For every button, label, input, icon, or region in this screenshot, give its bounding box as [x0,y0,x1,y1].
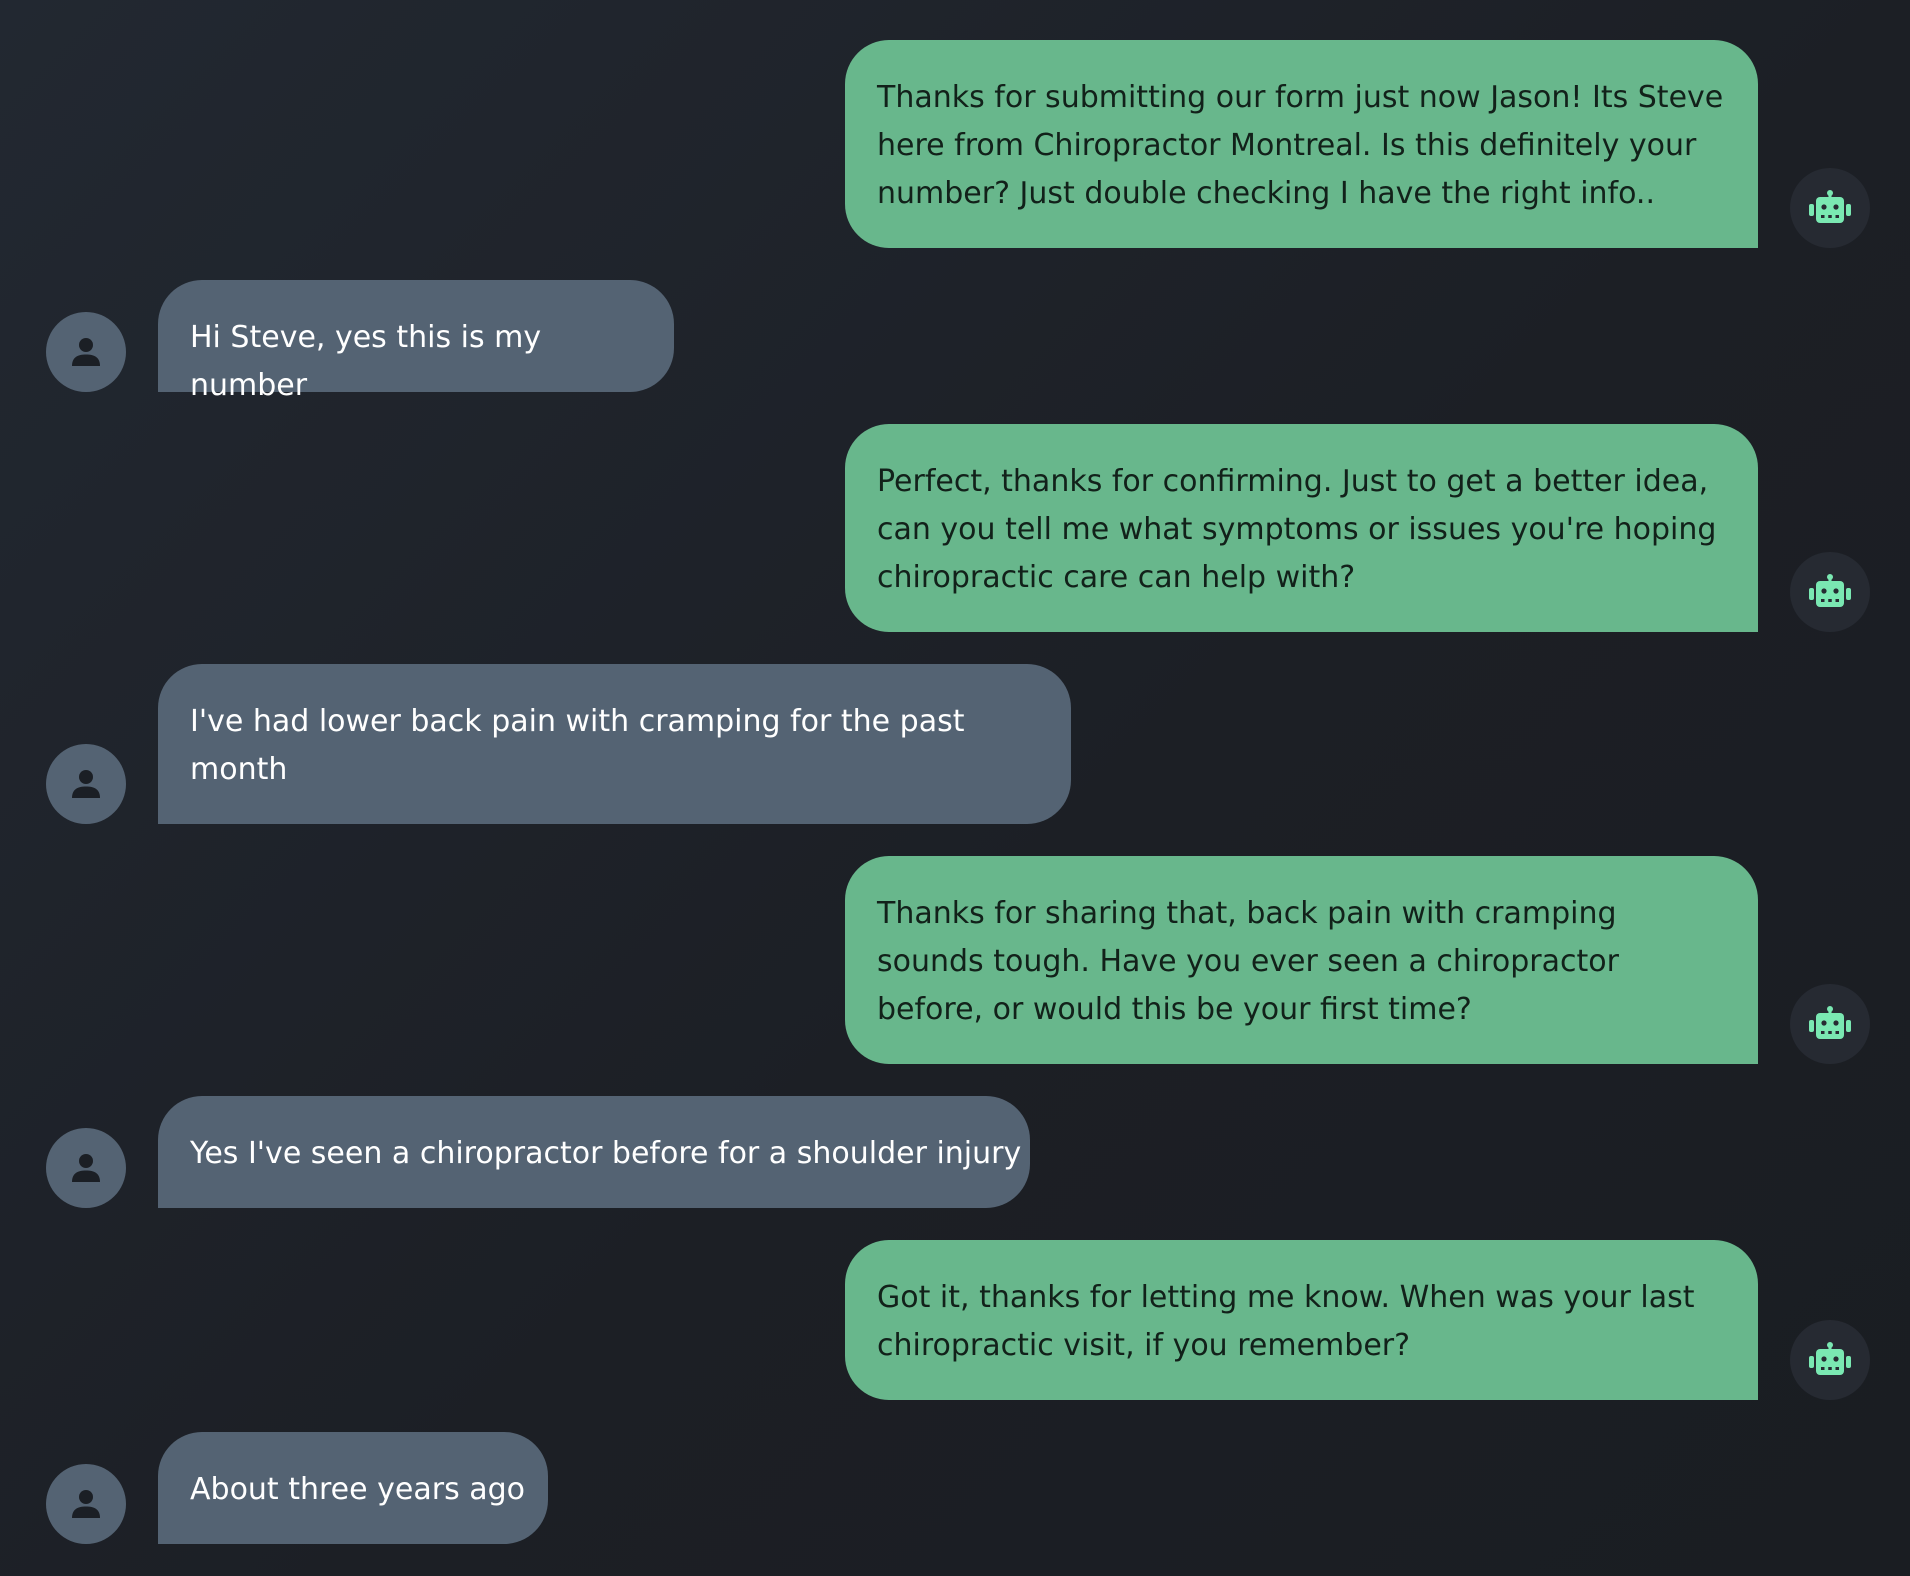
robot-icon [1809,1006,1851,1039]
robot-icon [1809,574,1851,607]
person-icon [72,1154,100,1182]
user-message-bubble: Yes I've seen a chiropractor before for … [158,1096,1030,1208]
user-message-bubble: I've had lower back pain with cramping f… [158,664,1071,824]
person-icon [72,338,100,366]
bot-message-bubble: Got it, thanks for letting me know. When… [845,1240,1758,1400]
user-message-bubble: About three years ago [158,1432,548,1544]
user-avatar [46,744,126,824]
user-avatar [46,312,126,392]
user-avatar [46,1128,126,1208]
chat-thread: Thanks for submitting our form just now … [0,0,1910,1576]
bot-avatar [1790,168,1870,248]
user-avatar [46,1464,126,1544]
robot-icon [1809,1342,1851,1375]
robot-icon [1809,190,1851,223]
bot-message-bubble: Thanks for submitting our form just now … [845,40,1758,248]
bot-message-bubble: Thanks for sharing that, back pain with … [845,856,1758,1064]
person-icon [72,1490,100,1518]
bot-avatar [1790,1320,1870,1400]
person-icon [72,770,100,798]
user-message-bubble: Hi Steve, yes this is my number [158,280,674,403]
bot-avatar [1790,984,1870,1064]
bot-avatar [1790,552,1870,632]
bot-message-bubble: Perfect, thanks for confirming. Just to … [845,424,1758,632]
